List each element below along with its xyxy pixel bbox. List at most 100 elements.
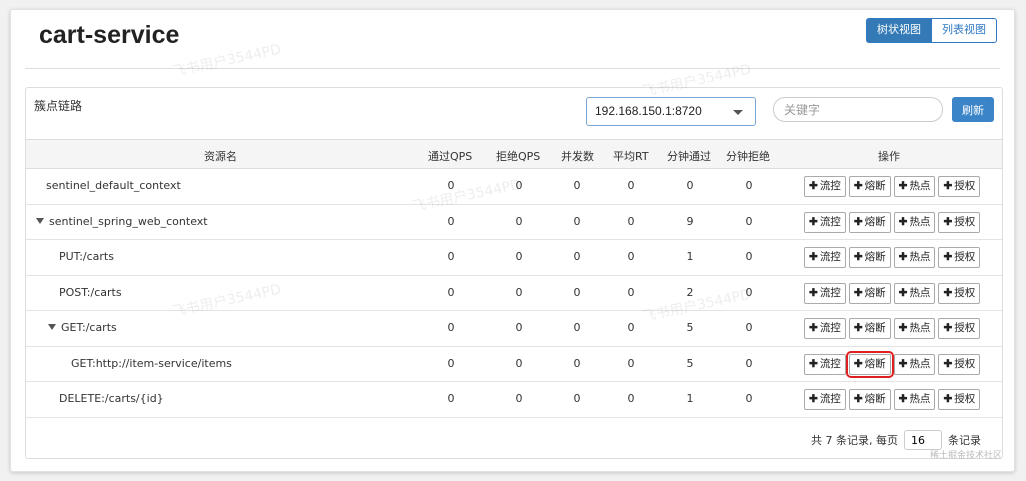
flow-rule-button[interactable]: ✚ 流控 (804, 318, 846, 339)
page-size-input[interactable] (904, 430, 942, 450)
hotspot-rule-button[interactable]: ✚ 热点 (893, 247, 936, 268)
degrade-rule-button[interactable]: ✚ 熔断 (848, 176, 891, 197)
resource-name-label: POST:/carts (59, 285, 122, 299)
flow-rule-button[interactable]: ✚ 流控 (804, 389, 846, 410)
hotspot-rule-button[interactable]: ✚ 热点 (893, 211, 936, 233)
flow-rule-button[interactable]: ✚ 流控 (804, 247, 846, 268)
auth-rule-button[interactable]: ✚ 授权 (938, 389, 981, 410)
cell-avg-rt: 0 (627, 392, 635, 405)
plus-icon: ✚ (943, 286, 953, 299)
action-label: 热点 (909, 322, 931, 334)
auth-rule-button[interactable]: ✚ 授权 (938, 282, 981, 304)
cell-avg-rt: 0 (627, 250, 635, 263)
cell-concurrency: 0 (573, 250, 581, 263)
keyword-search-input[interactable] (773, 97, 943, 122)
machine-select-value: 192.168.150.1:8720 (595, 104, 702, 118)
col-avg-rt: 平均RT (613, 150, 649, 163)
hotspot-rule-button[interactable]: ✚ 热点 (893, 176, 936, 197)
flow-rule-button[interactable]: ✚ 流控 (804, 176, 846, 197)
pager-suffix: 条记录 (948, 434, 981, 447)
action-label: 熔断 (864, 322, 886, 334)
hotspot-rule-button[interactable]: ✚ 热点 (893, 282, 936, 304)
auth-rule-button[interactable]: ✚ 授权 (938, 318, 981, 339)
refresh-button[interactable]: 刷新 (952, 97, 994, 122)
cell-block-qps: 0 (515, 356, 523, 370)
auth-rule-button[interactable]: ✚ 授权 (938, 353, 981, 375)
action-label: 流控 (819, 357, 841, 370)
plus-icon: ✚ (809, 393, 818, 405)
degrade-rule-button[interactable]: ✚ 熔断 (848, 389, 891, 410)
auth-rule-button[interactable]: ✚ 授权 (938, 247, 981, 268)
plus-icon: ✚ (853, 215, 863, 228)
plus-icon: ✚ (943, 180, 953, 192)
cell-avg-rt: 0 (627, 285, 635, 299)
plus-icon: ✚ (943, 251, 953, 263)
hotspot-rule-button[interactable]: ✚ 热点 (893, 318, 936, 339)
table-row: sentinel_spring_web_context 0 0 0 0 9 0 ✚ 流控 ✚ 熔断 ✚… (26, 205, 1002, 240)
main-card: cart-service 树状视图 列表视图 簇点链路 192.168.150.… (10, 9, 1015, 472)
degrade-rule-button[interactable]: ✚ 熔断 (845, 350, 894, 378)
action-label: 热点 (909, 393, 931, 405)
degrade-rule-button[interactable]: ✚ 熔断 (848, 211, 891, 233)
action-label: 熔断 (864, 393, 886, 405)
flow-rule-button[interactable]: ✚ 流控 (804, 211, 846, 233)
watermark: 飞书用户3544PD (170, 41, 283, 81)
plus-icon: ✚ (898, 357, 908, 370)
degrade-rule-button[interactable]: ✚ 熔断 (848, 282, 891, 304)
plus-icon: ✚ (943, 322, 953, 334)
action-label: 授权 (954, 286, 976, 299)
plus-icon: ✚ (809, 322, 818, 334)
degrade-rule-button[interactable]: ✚ 熔断 (848, 318, 891, 339)
plus-icon: ✚ (898, 180, 908, 192)
cell-resource-name: sentinel_spring_web_context (36, 215, 208, 228)
resource-name-label: sentinel_spring_web_context (49, 214, 208, 228)
caret-down-icon[interactable] (48, 324, 56, 330)
cell-concurrency: 0 (573, 214, 581, 228)
tree-view-button[interactable]: 树状视图 (866, 18, 932, 43)
cell-resource-name: POST:/carts (59, 286, 122, 299)
hotspot-rule-button[interactable]: ✚ 热点 (893, 353, 936, 375)
resource-name-label: sentinel_default_context (46, 179, 181, 192)
cell-minute-block: 0 (745, 250, 753, 263)
cell-pass-qps: 0 (447, 179, 455, 192)
action-label: 熔断 (864, 251, 886, 263)
list-view-button[interactable]: 列表视图 (932, 18, 997, 43)
plus-icon: ✚ (898, 251, 908, 263)
plus-icon: ✚ (853, 251, 863, 263)
cell-block-qps: 0 (515, 250, 523, 263)
caret-down-icon[interactable] (36, 217, 44, 224)
flow-rule-button[interactable]: ✚ 流控 (804, 282, 846, 304)
col-actions: 操作 (878, 150, 900, 163)
plus-icon: ✚ (943, 357, 953, 370)
action-label: 授权 (954, 251, 976, 263)
panel-title: 簇点链路 (34, 99, 83, 113)
cell-minute-block: 0 (745, 179, 753, 192)
page-title: cart-service (39, 21, 180, 49)
row-actions: ✚ 流控 ✚ 熔断 ✚ 热点 ✚ 授权 (804, 318, 981, 339)
plus-icon: ✚ (898, 286, 908, 299)
cell-avg-rt: 0 (627, 321, 635, 334)
cell-minute-pass: 1 (686, 392, 694, 405)
machine-select[interactable]: 192.168.150.1:8720 (586, 97, 756, 126)
auth-rule-button[interactable]: ✚ 授权 (938, 211, 981, 233)
cell-minute-block: 0 (745, 356, 753, 370)
col-block-qps: 拒绝QPS (496, 150, 541, 163)
cell-pass-qps: 0 (447, 392, 455, 405)
action-label: 热点 (909, 215, 931, 228)
cell-concurrency: 0 (573, 321, 581, 334)
plus-icon: ✚ (809, 215, 818, 228)
plus-icon: ✚ (853, 180, 863, 192)
flow-rule-button[interactable]: ✚ 流控 (804, 353, 846, 375)
action-label: 授权 (954, 393, 976, 405)
action-label: 热点 (909, 357, 931, 370)
cell-resource-name: sentinel_default_context (46, 179, 181, 192)
resource-panel: 簇点链路 192.168.150.1:8720 刷新 资源名 通过QPS 拒绝Q… (25, 87, 1003, 459)
action-label: 熔断 (864, 357, 886, 370)
pager-total: 共 7 条记录, 每页 (811, 434, 898, 447)
cell-avg-rt: 0 (627, 356, 635, 370)
degrade-rule-button[interactable]: ✚ 熔断 (848, 247, 891, 268)
hotspot-rule-button[interactable]: ✚ 热点 (893, 389, 936, 410)
auth-rule-button[interactable]: ✚ 授权 (938, 176, 981, 197)
table-row: GET:http://item-service/items 0 0 0 0 5 0 ✚ 流控 ✚ 熔… (26, 347, 1002, 382)
cell-block-qps: 0 (515, 179, 523, 192)
